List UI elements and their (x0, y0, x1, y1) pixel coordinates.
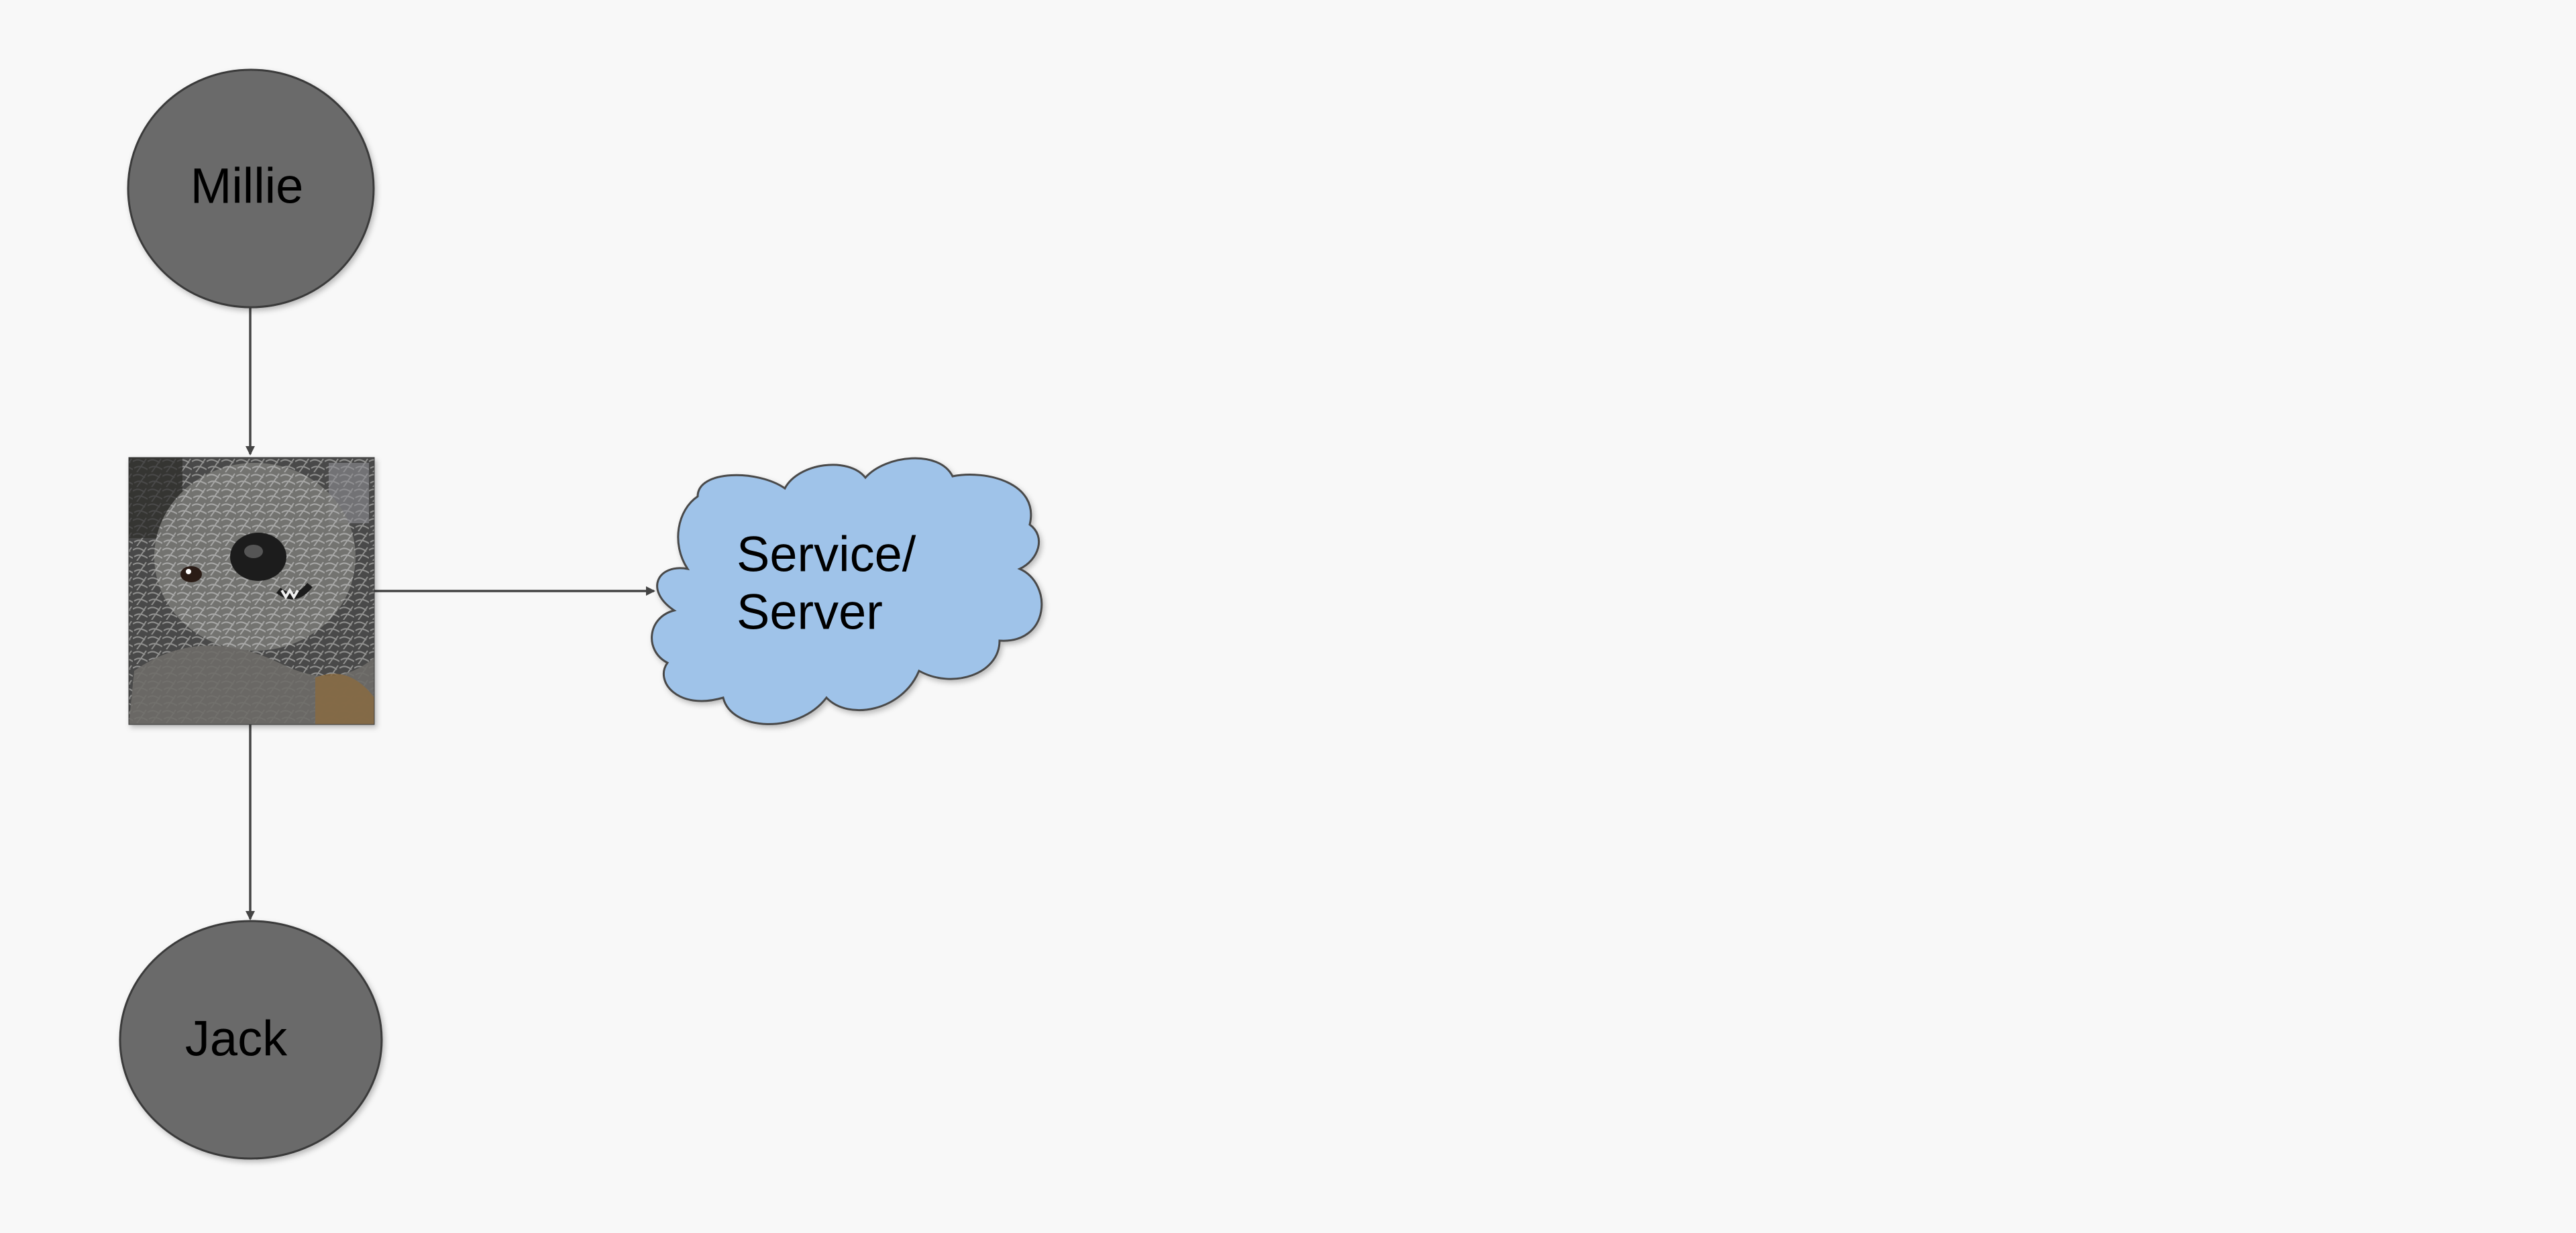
diagram-canvas: Millie Service/ Server Jack (119, 68, 1043, 1160)
node-millie-label: Millie (191, 158, 304, 214)
service-label-line1: Service/ (737, 527, 916, 582)
node-service-server[interactable]: Service/ Server (651, 457, 1043, 725)
dog-photo-icon (128, 457, 375, 725)
node-millie[interactable]: Millie (127, 68, 375, 309)
node-jack-label: Jack (185, 1011, 288, 1067)
service-label-line2: Server (737, 584, 883, 640)
node-jack[interactable]: Jack (119, 920, 383, 1160)
node-dog-photo[interactable] (128, 457, 375, 725)
